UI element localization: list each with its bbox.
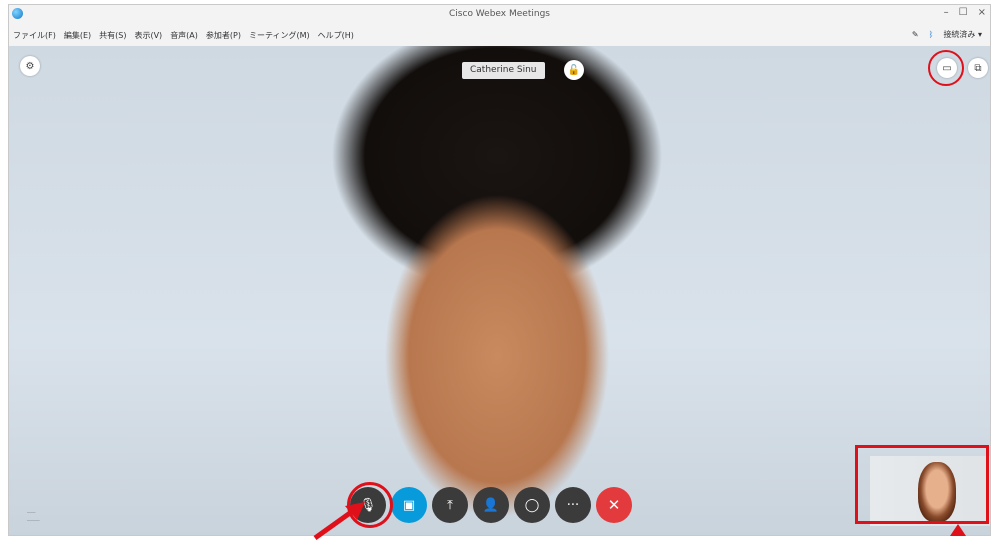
menu-participants[interactable]: 参加者(P) <box>206 30 241 41</box>
minimize-button[interactable]: – <box>944 7 949 18</box>
person-icon: 👤 <box>482 497 500 513</box>
video-watermark: ── ─── <box>27 509 40 525</box>
more-button[interactable]: ··· <box>555 487 591 523</box>
leave-button[interactable]: ✕ <box>596 487 632 523</box>
pen-icon[interactable]: ✎ <box>912 30 919 39</box>
chat-button[interactable]: ◯ <box>514 487 550 523</box>
window-title: Cisco Webex Meetings <box>449 9 550 19</box>
settings-icon[interactable]: ⚙ <box>20 56 40 76</box>
menu-view[interactable]: 表示(V) <box>134 30 162 41</box>
participant-name-tag: Catherine Sinu <box>462 62 545 79</box>
connection-status[interactable]: 接続済み ▾ <box>943 29 982 40</box>
menu-audio[interactable]: 音声(A) <box>170 30 198 41</box>
share-button[interactable]: ⤒ <box>432 487 468 523</box>
bluetooth-icon: ᛒ <box>928 30 934 39</box>
upload-icon: ⤒ <box>447 497 453 513</box>
unlock-icon[interactable]: 🔓 <box>564 60 584 80</box>
participants-button[interactable]: 👤 <box>473 487 509 523</box>
arrow-to-self-view <box>950 524 966 536</box>
self-view-highlight <box>855 445 989 524</box>
menu-help[interactable]: ヘルプ(H) <box>318 30 354 41</box>
menu-list: ファイル(F) 編集(E) 共有(S) 表示(V) 音声(A) 参加者(P) ミ… <box>13 30 354 41</box>
camera-icon: ▣ <box>402 497 416 513</box>
chat-icon: ◯ <box>524 497 540 513</box>
webex-window: Cisco Webex Meetings – ☐ × ファイル(F) 編集(E)… <box>8 4 991 536</box>
maximize-button[interactable]: ☐ <box>959 7 968 18</box>
title-bar: Cisco Webex Meetings – ☐ × <box>9 5 990 25</box>
menu-right-area: ✎ ᛒ 接続済み ▾ <box>912 29 982 40</box>
layout-highlight <box>928 50 964 86</box>
video-stage: ⚙ Catherine Sinu 🔓 ▭ ⧉ ── ─── 🎙 ▣ ⤒ 👤 ◯ … <box>9 46 990 535</box>
close-icon: ✕ <box>607 496 621 514</box>
window-controls: – ☐ × <box>944 7 986 18</box>
menu-edit[interactable]: 編集(E) <box>64 30 91 41</box>
close-button[interactable]: × <box>978 7 986 18</box>
menu-file[interactable]: ファイル(F) <box>13 30 56 41</box>
arrow-to-mute <box>313 502 365 540</box>
expand-icon[interactable]: ⧉ <box>968 58 988 78</box>
video-button[interactable]: ▣ <box>391 487 427 523</box>
menu-share[interactable]: 共有(S) <box>99 30 126 41</box>
menu-bar: ファイル(F) 編集(E) 共有(S) 表示(V) 音声(A) 参加者(P) ミ… <box>9 25 990 45</box>
more-icon: ··· <box>566 497 580 513</box>
menu-meeting[interactable]: ミーティング(M) <box>249 30 310 41</box>
